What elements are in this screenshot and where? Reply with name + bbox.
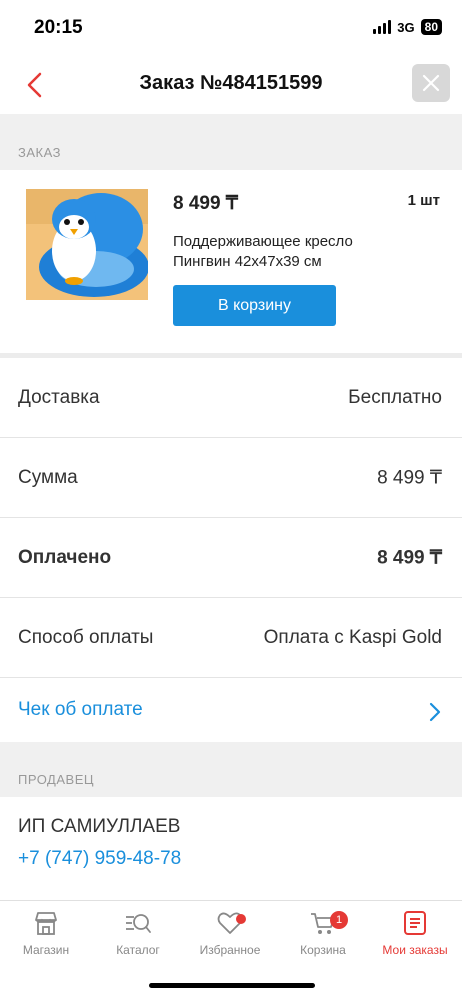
signal-icon — [373, 20, 392, 34]
receipt-row[interactable]: Чек об оплате — [0, 678, 462, 742]
cart-badge: 1 — [330, 911, 348, 929]
chevron-right-icon — [429, 702, 441, 722]
store-icon — [35, 912, 57, 935]
product-image[interactable] — [26, 189, 148, 300]
seller-name[interactable]: ИП САМИУЛЛАЕВ — [18, 816, 180, 838]
close-button[interactable] — [412, 64, 450, 102]
sum-row: Сумма 8 499 ₸ — [0, 438, 462, 518]
sum-label: Сумма — [18, 466, 78, 488]
battery-icon: 80 — [420, 19, 442, 35]
product-name[interactable]: Поддерживающее кресло Пингвин 42x47x39 с… — [173, 232, 403, 272]
tab-catalog[interactable]: Каталог — [92, 909, 184, 957]
page-title: Заказ №484151599 — [139, 72, 323, 94]
delivery-value: Бесплатно — [348, 386, 442, 408]
seller-section-header: ПРОДАВЕЦ — [0, 742, 462, 797]
paid-label: Оплачено — [18, 546, 112, 568]
product-card: 8 499 ₸ 1 шт Поддерживающее кресло Пингв… — [0, 170, 462, 353]
delivery-row: Доставка Бесплатно — [0, 358, 462, 438]
orders-icon — [404, 911, 426, 935]
status-time: 20:15 — [34, 17, 83, 38]
order-section-header: ЗАКАЗ — [0, 114, 462, 170]
product-price: 8 499 ₸ — [173, 193, 238, 214]
network-type: 3G — [397, 19, 415, 35]
tab-store-label: Магазин — [22, 943, 70, 957]
status-bar: 20:15 3G 80 — [0, 0, 462, 56]
tab-catalog-label: Каталог — [116, 943, 160, 957]
tab-favorites-label: Избранное — [199, 943, 261, 957]
seller-card: ИП САМИУЛЛАЕВ +7 (747) 959-48-78 — [0, 797, 462, 900]
payment-method-label: Способ оплаты — [18, 626, 154, 648]
status-icons: 3G 80 — [373, 19, 442, 35]
sum-value: 8 499 ₸ — [377, 467, 442, 488]
order-section-label: ЗАКАЗ — [18, 145, 61, 160]
tab-favorites[interactable]: Избранное — [184, 909, 276, 957]
seller-phone[interactable]: +7 (747) 959-48-78 — [18, 848, 181, 870]
tab-cart[interactable]: 1 Корзина — [277, 909, 369, 957]
nav-header: Заказ №484151599 — [0, 56, 462, 114]
product-quantity: 1 шт — [407, 192, 440, 209]
tab-store[interactable]: Магазин — [0, 909, 92, 957]
tab-cart-label: Корзина — [300, 943, 346, 957]
tab-my-orders[interactable]: Мои заказы — [369, 909, 461, 957]
add-to-cart-button[interactable]: В корзину — [173, 285, 336, 326]
catalog-search-icon — [126, 914, 151, 933]
tab-my-orders-label: Мои заказы — [382, 943, 448, 957]
seller-section-label: ПРОДАВЕЦ — [18, 772, 94, 787]
home-indicator[interactable] — [149, 983, 315, 988]
payment-method-value: Оплата с Kaspi Gold — [263, 626, 442, 648]
delivery-label: Доставка — [18, 386, 100, 408]
close-icon — [422, 74, 440, 92]
paid-value: 8 499 ₸ — [377, 547, 442, 568]
paid-row: Оплачено 8 499 ₸ — [0, 518, 462, 598]
receipt-link[interactable]: Чек об оплате — [18, 699, 143, 721]
favorites-notification-dot — [236, 914, 246, 924]
payment-method-row: Способ оплаты Оплата с Kaspi Gold — [0, 598, 462, 678]
